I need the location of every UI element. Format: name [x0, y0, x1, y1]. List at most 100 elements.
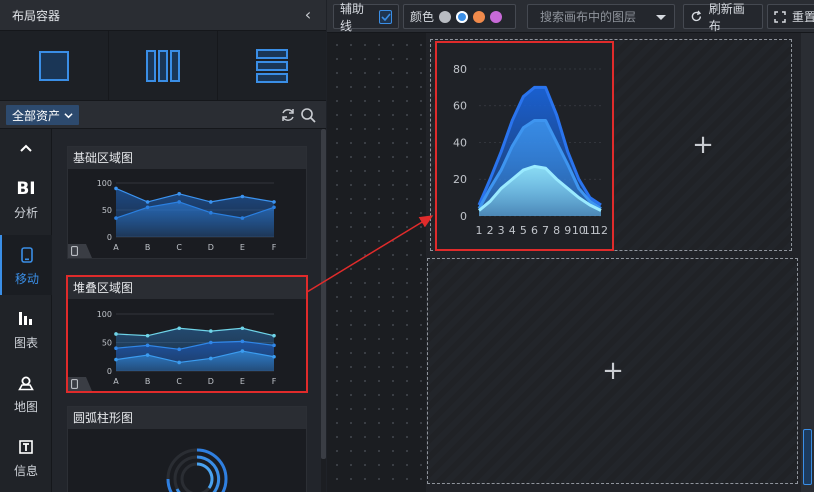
nav-scroll-up[interactable]: [0, 133, 52, 163]
x-tick-label: 9: [564, 224, 571, 237]
nav-item-map[interactable]: 地图: [0, 363, 52, 423]
data-point: [272, 354, 276, 359]
refresh-icon[interactable]: [280, 107, 296, 123]
asset-card-arc-bar[interactable]: 圆弧柱形图: [67, 406, 307, 492]
nav-item-label: 地图: [13, 399, 38, 414]
y-tick-label: 40: [453, 136, 467, 149]
canvas-scrollbar[interactable]: [801, 33, 814, 492]
y-tick-label: 50: [102, 338, 112, 347]
x-tick-label: E: [240, 377, 245, 386]
basic-area-chart-thumbnail: 0 50 100 A B C D E F: [97, 179, 277, 252]
data-point: [145, 205, 150, 210]
data-point: [114, 346, 118, 350]
x-tick-label: 1: [476, 224, 483, 237]
bar-chart-icon: [18, 308, 34, 330]
y-tick-label: 100: [97, 310, 112, 319]
scrollbar-thumb[interactable]: [321, 129, 326, 459]
data-point: [209, 356, 213, 361]
guides-label: 辅助线: [340, 1, 365, 33]
layout-zone-bottom[interactable]: +: [427, 258, 798, 484]
x-tick-label: B: [145, 377, 151, 386]
data-point: [240, 349, 245, 353]
add-component-plus-icon[interactable]: +: [690, 132, 716, 158]
x-tick-label: 5: [520, 224, 527, 237]
guides-checkbox[interactable]: [379, 9, 392, 24]
x-tick-label: 6: [531, 224, 538, 237]
refresh-canvas-button[interactable]: 刷新画布: [683, 2, 763, 33]
data-point: [114, 332, 118, 336]
text-info-icon: [19, 436, 33, 458]
arc-bar-chart-thumbnail: [166, 448, 228, 492]
single-box-layout[interactable]: [0, 31, 109, 100]
nav-item-label: 图表: [13, 335, 38, 350]
layout-container-header: 布局容器 ‹: [0, 0, 326, 31]
asset-card-title: 堆叠区域图: [68, 277, 306, 299]
color-swatch-blue[interactable]: [456, 10, 469, 23]
data-point: [114, 357, 118, 362]
data-point: [240, 194, 245, 199]
x-tick-label: D: [208, 377, 214, 386]
checkmark-icon: [380, 12, 391, 21]
y-tick-label: 60: [453, 100, 467, 113]
bi-text-icon: BI: [16, 178, 36, 199]
data-point: [177, 200, 181, 204]
nav-item-mobile[interactable]: 移动: [0, 235, 52, 295]
x-tick-label: 12: [594, 224, 608, 237]
reset-button[interactable]: 重置: [767, 4, 814, 29]
chevron-left-icon[interactable]: ‹: [300, 7, 316, 23]
nav-item-info[interactable]: 信息: [0, 427, 52, 487]
guides-toggle[interactable]: 辅助线: [333, 2, 399, 33]
three-row-icon: [256, 48, 288, 83]
x-tick-label: A: [113, 377, 119, 386]
asset-list-scrollbar[interactable]: [321, 129, 326, 492]
data-point: [177, 347, 181, 352]
y-tick-label: 50: [102, 206, 112, 215]
data-point: [209, 329, 213, 333]
layer-search-placeholder: 搜索画布中的图层: [540, 10, 637, 24]
layer-search-select[interactable]: 搜索画布中的图层: [527, 4, 675, 29]
nav-item-label: 分析: [13, 205, 38, 220]
refresh-icon: [691, 10, 702, 22]
data-point: [145, 343, 150, 348]
three-column-icon: [146, 49, 180, 82]
stacked-area-chart-thumbnail: 0 50 100 A B C D E F: [97, 310, 277, 386]
asset-card-title: 圆弧柱形图: [68, 407, 306, 429]
data-point: [272, 205, 276, 210]
asset-list: 基础区域图 0 50 100 A B C D E F 堆叠区域图 0 50 100 A B C D E F 圆弧…: [53, 129, 321, 492]
x-tick-label: C: [176, 243, 182, 252]
caret-down-icon: [656, 15, 666, 20]
scrollbar-thumb[interactable]: [803, 429, 812, 485]
color-swatch-orange[interactable]: [473, 10, 486, 23]
data-point: [145, 333, 150, 338]
y-tick-label: 0: [107, 367, 112, 376]
x-tick-label: 2: [487, 224, 494, 237]
assets-filter-label: 全部资产: [12, 108, 61, 123]
three-row-layout[interactable]: [218, 31, 326, 100]
color-swatch-purple[interactable]: [490, 10, 503, 23]
x-tick-label: B: [145, 243, 151, 252]
asset-card-basic-area[interactable]: 基础区域图 0 50 100 A B C D E F: [67, 146, 307, 259]
nav-item-analysis[interactable]: BI 分析: [0, 169, 52, 229]
y-tick-label: 80: [453, 63, 467, 76]
search-icon[interactable]: [300, 107, 316, 123]
color-picker-group: 颜色: [403, 4, 516, 29]
x-tick-label: F: [272, 243, 277, 252]
placed-stacked-area-chart[interactable]: 0 20 40 60 80 1 2 3 4 5 6 7 8 9 10 11 12: [435, 41, 614, 251]
y-tick-label: 100: [97, 179, 112, 188]
color-swatch-gray[interactable]: [439, 10, 452, 23]
data-point: [145, 200, 150, 204]
three-column-layout[interactable]: [109, 31, 218, 100]
y-tick-label: 0: [460, 210, 467, 223]
nav-item-charts[interactable]: 图表: [0, 299, 52, 359]
data-point: [177, 360, 181, 365]
assets-filter-bar: 全部资产: [0, 101, 326, 129]
single-box-icon: [39, 50, 69, 81]
stacked-area-chart: 0204060801 2 3 4 5 6 7 8 9 101112: [453, 63, 608, 237]
data-point: [272, 343, 276, 348]
assets-filter-select[interactable]: 全部资产: [6, 105, 80, 125]
y-tick-label: 0: [107, 233, 112, 242]
add-component-plus-icon[interactable]: +: [600, 358, 626, 384]
asset-card-stacked-area[interactable]: 堆叠区域图 0 50 100 A B C D E F: [66, 275, 308, 393]
x-tick-label: F: [272, 377, 277, 386]
x-tick-label: 7: [542, 224, 549, 237]
